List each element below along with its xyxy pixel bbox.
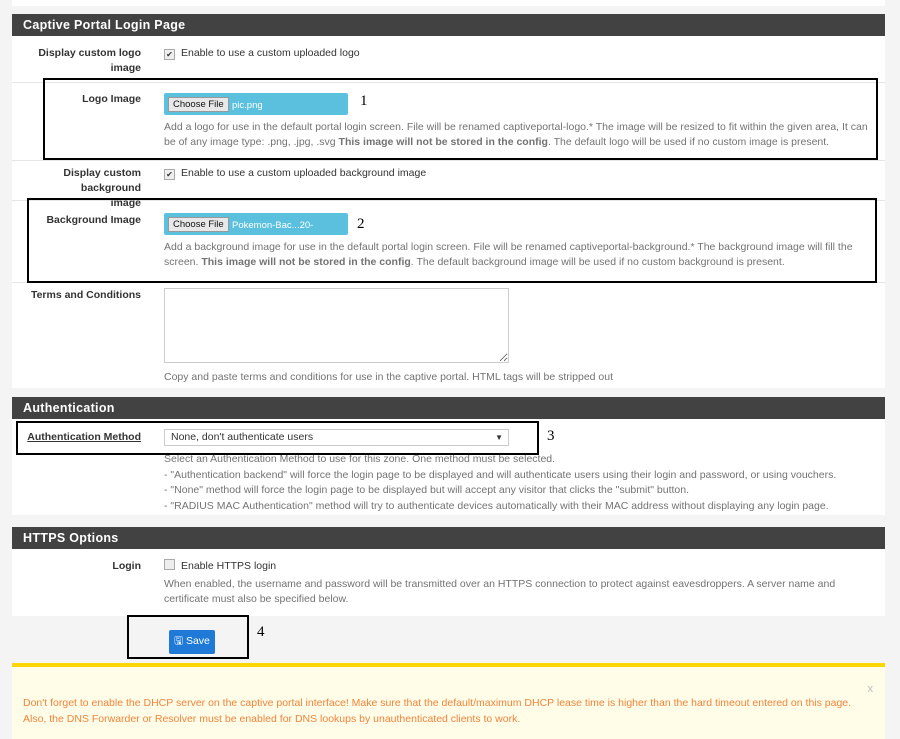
https-panel: HTTPS Options Login Enable HTTPS login W… (12, 527, 885, 616)
panel-title: Authentication (12, 397, 885, 419)
annotation-box (43, 78, 878, 160)
field-label: Login (112, 560, 141, 572)
annotation-box (16, 421, 539, 455)
panel-title: Captive Portal Login Page (12, 14, 885, 36)
display-bg-row: Display custom background image ✔ Enable … (12, 160, 885, 209)
field-label: Display custom logo image (38, 47, 141, 74)
annotation-number: 4 (257, 624, 265, 640)
terms-row: Terms and Conditions Copy and paste term… (12, 282, 885, 388)
checkbox-checked-icon[interactable]: ✔ (164, 169, 175, 180)
alert-text: Don't forget to enable the DHCP server o… (23, 697, 852, 725)
close-icon[interactable]: x (868, 683, 874, 695)
help-text: Select an Authentication Method to use f… (164, 453, 837, 512)
help-text: Copy and paste terms and conditions for … (164, 371, 614, 383)
field-label: Terms and Conditions (30, 289, 141, 301)
display-logo-checkbox[interactable]: ✔ Enable to use a custom uploaded logo (164, 47, 360, 60)
previous-panel (12, 0, 885, 6)
terms-textarea[interactable] (164, 288, 509, 363)
annotation-box (127, 615, 249, 659)
annotation-number: 2 (357, 216, 365, 232)
display-bg-checkbox[interactable]: ✔ Enable to use a custom uploaded backgro… (164, 167, 426, 180)
annotation-number: 1 (360, 93, 368, 109)
panel-title: HTTPS Options (12, 527, 885, 549)
checkbox-checked-icon[interactable]: ✔ (164, 49, 175, 60)
display-logo-row: Display custom logo image ✔ Enable to use… (12, 36, 885, 83)
checkbox-icon[interactable] (164, 559, 175, 570)
alert-box: x Don't forget to enable the DHCP server… (12, 663, 885, 739)
help-text: When enabled, the username and password … (164, 578, 836, 605)
https-login-checkbox[interactable]: Enable HTTPS login (164, 559, 276, 572)
authentication-panel: Authentication Authentication Method Non… (12, 397, 885, 515)
annotation-number: 3 (547, 428, 555, 444)
annotation-box (27, 198, 877, 283)
